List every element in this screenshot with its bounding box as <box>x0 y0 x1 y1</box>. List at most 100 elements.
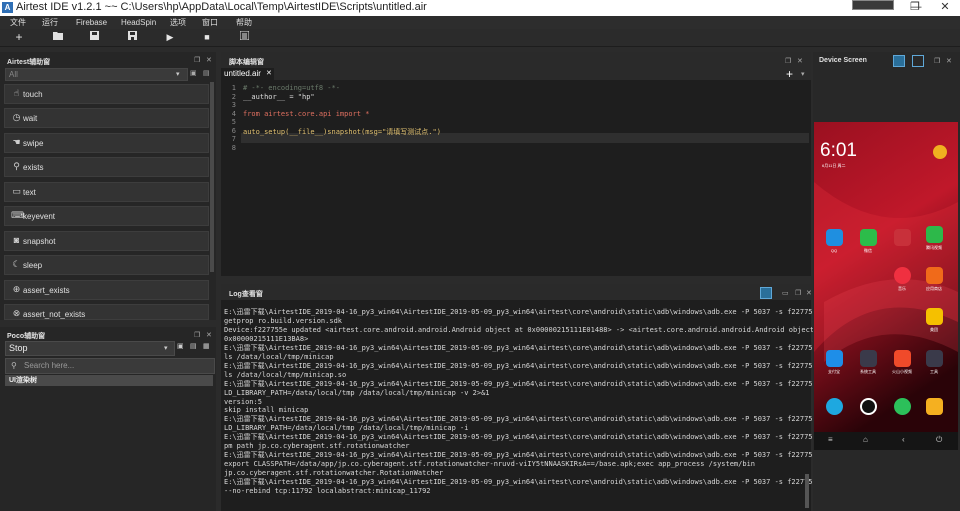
log-line: jp.co.cyberagent.stf.rotationwatcher.Rot… <box>224 469 444 477</box>
poco-search-input[interactable]: ⚲ Search here... <box>5 358 215 374</box>
close-icon[interactable]: ✕ <box>206 56 212 64</box>
log-line: LD_LIBRARY_PATH=/data/local/tmp /data/lo… <box>224 424 469 432</box>
device-screen[interactable]: 6:01 6月11日 周二 QQ 微信 腾讯视频 音乐 应用商店 美团 支付宝 … <box>814 122 958 450</box>
tools-folder-icon[interactable] <box>926 350 943 367</box>
api-filter-select[interactable]: All ▾ <box>5 68 188 81</box>
refresh-icon[interactable]: ▦ <box>203 342 210 350</box>
poco-mode-select[interactable]: Stop ▾ <box>5 341 175 356</box>
menu-help[interactable]: 帮助 <box>236 16 252 29</box>
phone-icon[interactable] <box>894 398 911 415</box>
lock-icon[interactable]: ▣ <box>177 342 184 350</box>
log-scrollbar[interactable] <box>805 474 809 508</box>
camera-icon[interactable] <box>860 398 877 415</box>
api-button-sleep[interactable]: ☾ sleep <box>4 255 209 275</box>
code-line[interactable]: from airtest.core.api import * <box>243 110 369 118</box>
close-icon[interactable]: ✕ <box>206 331 212 339</box>
line-number: 5 <box>231 118 236 126</box>
code-line[interactable]: auto_setup(__file__)snapshot(msg="请填写测试点… <box>243 127 441 137</box>
close-button[interactable]: ✕ <box>930 0 960 16</box>
line-number: 8 <box>231 144 236 152</box>
log-panel-title: Log查看窗 <box>229 291 263 298</box>
close-icon[interactable]: ✕ <box>797 57 803 65</box>
close-icon[interactable]: ✕ <box>946 57 952 65</box>
log-line: E:\迅雷下载\AirtestIDE_2019-04-16_py3_win64\… <box>224 308 847 316</box>
poco-mode-value: Stop <box>9 343 28 353</box>
save-as-icon <box>127 31 137 40</box>
clear-icon[interactable]: ▭ <box>782 289 789 297</box>
airtest-panel-scrollbar[interactable] <box>210 82 214 272</box>
menu-options[interactable]: 选项 <box>170 16 186 29</box>
save-as-button[interactable] <box>126 31 138 43</box>
float-icon[interactable]: ❐ <box>194 331 200 339</box>
api-button-wait[interactable]: ◷ wait <box>4 108 209 128</box>
app-store-icon[interactable] <box>926 267 943 284</box>
new-file-button[interactable]: + <box>13 31 25 43</box>
landscape-icon[interactable] <box>893 55 905 67</box>
chevron-down-icon[interactable]: ▾ <box>801 70 805 78</box>
qq-icon[interactable] <box>826 229 843 246</box>
code-line[interactable]: __author__ = "hp" <box>243 93 315 101</box>
open-folder-button[interactable] <box>52 31 64 43</box>
window-thumbnail <box>852 0 894 10</box>
camera-icon: ◙ <box>13 235 20 245</box>
api-button-assert-exists[interactable]: ⊕ assert_exists <box>4 280 209 300</box>
power-nav-icon[interactable]: ⏻ <box>936 435 942 445</box>
api-button-touch[interactable]: ☝ touch <box>4 84 209 104</box>
float-icon[interactable]: ❐ <box>934 57 940 65</box>
menu-firebase[interactable]: Firebase <box>76 16 107 29</box>
close-icon[interactable]: ✕ <box>806 289 812 297</box>
log-line: E:\迅雷下载\AirtestIDE_2019-04-16_py3_win64\… <box>224 344 847 352</box>
messages-icon[interactable] <box>826 398 843 415</box>
music-icon[interactable] <box>894 267 911 284</box>
settings-icon[interactable]: ▤ <box>203 69 210 77</box>
line-number: 2 <box>231 93 236 101</box>
api-button-assert-not-exists[interactable]: ⊗ assert_not_exists <box>4 304 209 320</box>
tab-untitled-air[interactable]: untitled.air ✕ <box>221 68 274 80</box>
api-button-text[interactable]: ▭ text <box>4 182 209 202</box>
wechat-icon[interactable] <box>860 229 877 246</box>
tencent-video-icon[interactable] <box>926 226 943 243</box>
api-button-exists[interactable]: ⚲ exists <box>4 157 209 177</box>
ui-tree-root[interactable]: UI渲染树 <box>5 375 213 386</box>
add-tab-button[interactable]: + <box>786 68 793 80</box>
record-icon[interactable]: ▣ <box>190 69 197 77</box>
run-button[interactable]: ▶ <box>164 31 176 43</box>
keyboard-icon: ⌨ <box>11 210 24 220</box>
inspect-icon[interactable]: ▤ <box>190 342 197 350</box>
system-tools-icon[interactable] <box>860 350 877 367</box>
menu-bar: 文件 运行 Firebase HeadSpin 选项 窗口 帮助 <box>0 16 960 29</box>
maximize-button[interactable]: ❐ <box>900 0 930 16</box>
connect-icon[interactable] <box>912 55 924 67</box>
menu-headspin[interactable]: HeadSpin <box>121 16 156 29</box>
menu-run[interactable]: 运行 <box>42 16 58 29</box>
chevron-down-icon: ▾ <box>176 71 180 78</box>
log-line: E:\迅雷下载\AirtestIDE_2019-04-16_py3_win64\… <box>224 380 847 388</box>
menu-file[interactable]: 文件 <box>10 16 26 29</box>
home-nav-icon[interactable]: ⌂ <box>863 435 868 444</box>
float-icon[interactable]: ❐ <box>795 289 801 297</box>
back-nav-icon[interactable]: ‹ <box>902 435 905 444</box>
api-button-swipe[interactable]: ☚ swipe <box>4 133 209 153</box>
notes-icon[interactable] <box>926 398 943 415</box>
cross-icon: ⊗ <box>12 308 21 318</box>
editor-tabstrip <box>274 68 811 80</box>
float-icon[interactable]: ❐ <box>194 56 200 64</box>
api-button-snapshot[interactable]: ◙ snapshot <box>4 231 209 251</box>
alipay-icon[interactable] <box>826 350 843 367</box>
tab-close-icon[interactable]: ✕ <box>266 68 272 80</box>
huoshan-video-icon[interactable] <box>894 350 911 367</box>
report-icon <box>239 30 249 41</box>
filter-icon[interactable] <box>760 287 772 299</box>
meituan-icon[interactable] <box>926 308 943 325</box>
app-icon[interactable] <box>894 229 911 246</box>
code-line[interactable]: # -*- encoding=utf8 -*- <box>243 84 340 92</box>
save-button[interactable] <box>88 31 100 43</box>
float-icon[interactable]: ❐ <box>785 57 791 65</box>
report-button[interactable] <box>238 30 250 43</box>
line-number: 4 <box>231 110 236 118</box>
api-button-keyevent[interactable]: ⌨ keyevent <box>4 206 209 226</box>
stop-button[interactable]: ■ <box>201 31 213 43</box>
clock-icon: ◷ <box>12 112 21 122</box>
menu-window[interactable]: 窗口 <box>202 16 218 29</box>
menu-nav-icon[interactable]: ≡ <box>828 435 833 444</box>
